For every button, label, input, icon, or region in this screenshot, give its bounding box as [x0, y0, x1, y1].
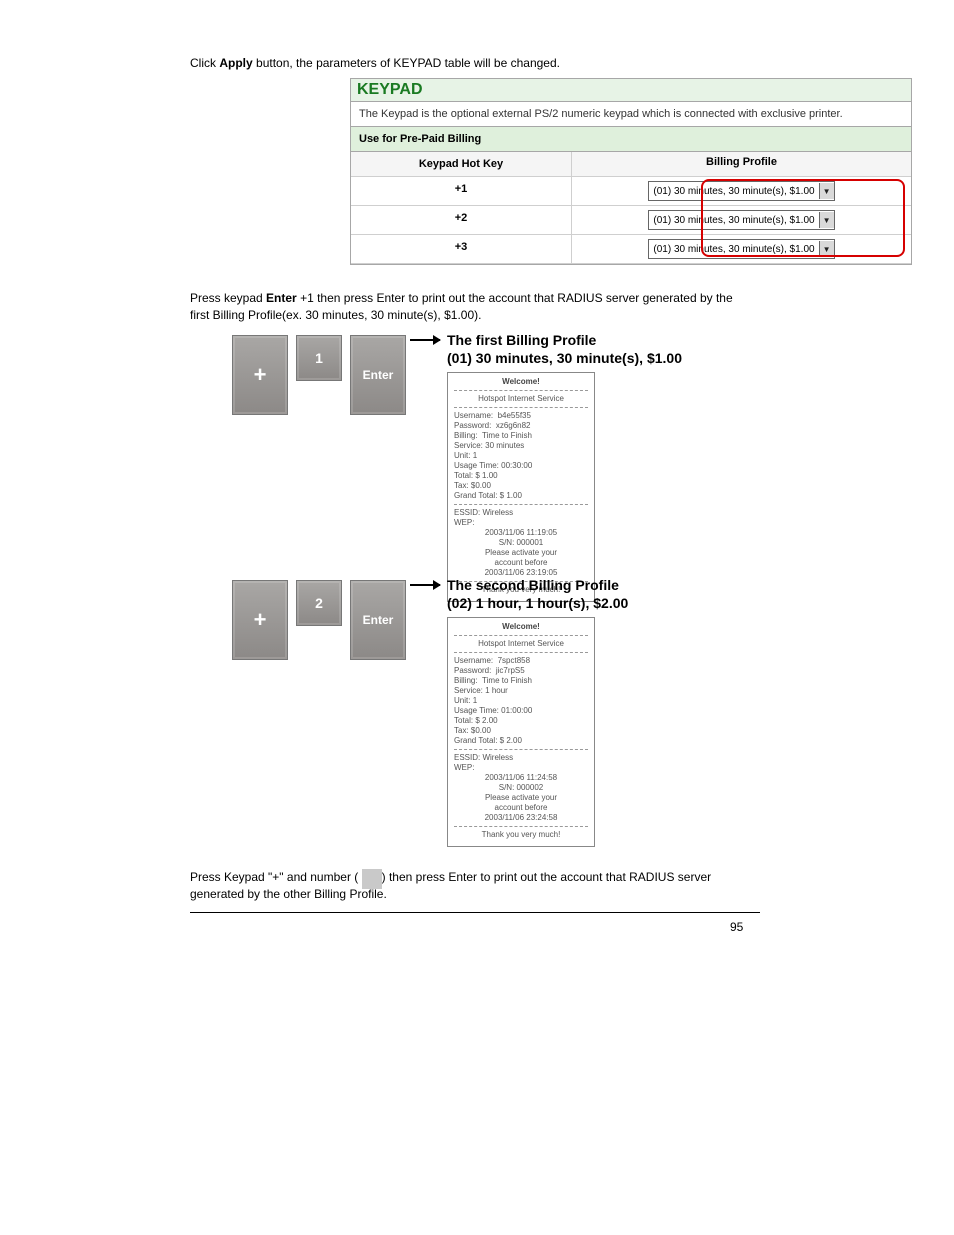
- key-enter: Enter: [350, 335, 406, 415]
- chevron-down-icon: ▼: [819, 212, 834, 228]
- chevron-down-icon: ▼: [819, 241, 834, 257]
- keypad-panel: KEYPAD The Keypad is the optional extern…: [350, 78, 912, 265]
- key-one: 1: [296, 335, 342, 381]
- key-plus: +: [232, 335, 288, 415]
- col-header-profile: Billing Profile: [572, 152, 911, 176]
- hotkey-cell: +1: [351, 177, 572, 205]
- key-two: 2: [296, 580, 342, 626]
- table-row: +2 (01) 30 minutes, 30 minute(s), $1.00 …: [351, 206, 911, 235]
- receipt-1: Welcome! Hotspot Internet Service Userna…: [447, 372, 595, 602]
- select-value: (01) 30 minutes, 30 minute(s), $1.00: [653, 186, 814, 197]
- enter-label: Enter: [266, 291, 297, 305]
- arrow-icon: [410, 339, 440, 341]
- apply-word: Apply: [219, 56, 252, 70]
- intro-prefix: Click: [190, 56, 219, 70]
- arrow-icon: [410, 584, 440, 586]
- key-enter: Enter: [350, 580, 406, 660]
- receipt-2: Welcome! Hotspot Internet Service Userna…: [447, 617, 595, 847]
- select-value: (01) 30 minutes, 30 minute(s), $1.00: [653, 244, 814, 255]
- intro-suffix: button, the parameters of KEYPAD table w…: [253, 56, 560, 70]
- table-row: +1 (01) 30 minutes, 30 minute(s), $1.00 …: [351, 177, 911, 206]
- billing-profile-select-2[interactable]: (01) 30 minutes, 30 minute(s), $1.00 ▼: [648, 210, 834, 230]
- intro-text: Click Apply button, the parameters of KE…: [190, 55, 760, 72]
- keypad-desc: The Keypad is the optional external PS/2…: [351, 102, 911, 127]
- key-sequence-2: + 2 Enter: [232, 580, 406, 660]
- example-text: Press keypad Enter +1 then press Enter t…: [190, 290, 750, 324]
- select-value: (01) 30 minutes, 30 minute(s), $1.00: [653, 215, 814, 226]
- page-number: 95: [730, 920, 743, 934]
- profile2-heading: The second Billing Profile (02) 1 hour, …: [447, 576, 628, 612]
- footer-text: Press Keypad "+" and number ( ) then pre…: [190, 869, 755, 904]
- billing-profile-select-1[interactable]: (01) 30 minutes, 30 minute(s), $1.00 ▼: [648, 181, 834, 201]
- number-placeholder-icon: [362, 869, 382, 889]
- keypad-title: KEYPAD: [351, 79, 911, 102]
- key-plus: +: [232, 580, 288, 660]
- key-sequence-1: + 1 Enter: [232, 335, 406, 415]
- col-header-hotkey: Keypad Hot Key: [351, 152, 572, 176]
- horizontal-rule: [190, 912, 760, 913]
- keypad-section: Use for Pre-Paid Billing: [351, 127, 911, 152]
- hotkey-cell: +3: [351, 235, 572, 263]
- billing-profile-select-3[interactable]: (01) 30 minutes, 30 minute(s), $1.00 ▼: [648, 239, 834, 259]
- chevron-down-icon: ▼: [819, 183, 834, 199]
- hotkey-cell: +2: [351, 206, 572, 234]
- profile1-heading: The first Billing Profile (01) 30 minute…: [447, 331, 682, 367]
- table-row: +3 (01) 30 minutes, 30 minute(s), $1.00 …: [351, 235, 911, 264]
